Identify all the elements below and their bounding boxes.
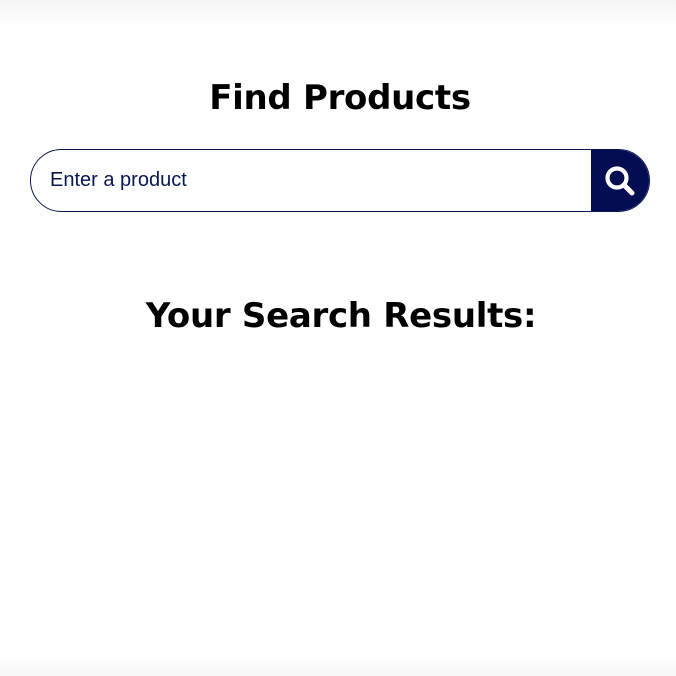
search-input[interactable] [31, 150, 591, 211]
bottom-edge-shade [0, 654, 676, 676]
search-icon [605, 165, 635, 195]
search-bar [30, 149, 650, 212]
page-title: Find Products [209, 78, 471, 118]
results-heading: Your Search Results: [145, 296, 537, 336]
search-results-list [30, 360, 650, 640]
top-edge-shade [0, 0, 676, 28]
search-button[interactable] [591, 150, 649, 211]
